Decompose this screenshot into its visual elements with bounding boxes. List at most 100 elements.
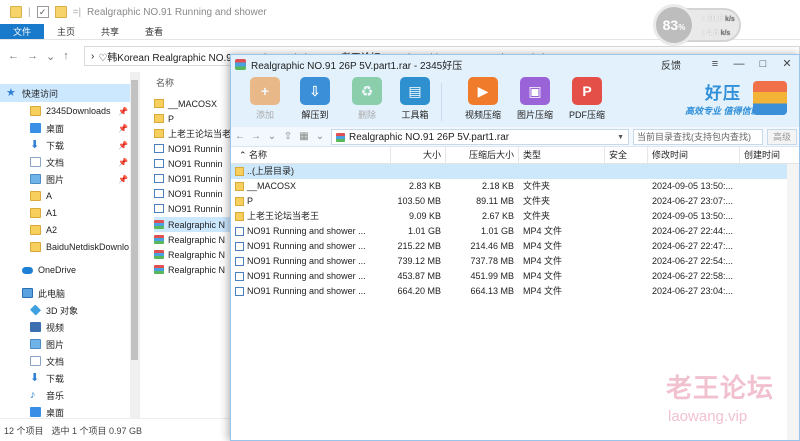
table-row[interactable]: 上老王论坛当老王 9.09 KB 2.67 KB 文件夹 2024-09-05 … xyxy=(231,209,799,224)
nav-item-baidunetdisk[interactable]: BaiduNetdiskDownlo xyxy=(0,238,129,256)
folder-icon xyxy=(154,114,164,123)
table-row[interactable]: NO91 Running and shower ... 664.20 MB 66… xyxy=(231,284,799,299)
download-icon: ⬇ xyxy=(30,372,40,384)
explorer-file-list: 名称 __MACOSX P 上老王论坛当老 NO91 Runnin NO91 R… xyxy=(150,72,232,418)
checkbox-icon[interactable]: ✓ xyxy=(36,6,49,18)
chevron-down-icon[interactable]: ▼ xyxy=(617,134,624,141)
image-compress-button[interactable]: ▣ 图片压缩 xyxy=(509,77,561,121)
archive-path-input[interactable]: Realgraphic NO.91 26P 5V.part1.rar ▼ xyxy=(331,129,629,145)
table-row[interactable]: NO91 Running and shower ... 739.12 MB 73… xyxy=(231,254,799,269)
menu-icon[interactable]: ≡ xyxy=(707,56,723,72)
minimize-button[interactable]: — xyxy=(731,56,747,72)
list-item[interactable]: NO91 Runnin xyxy=(154,171,232,186)
nav-item-onedrive[interactable]: OneDrive xyxy=(0,261,76,279)
forward-arrow-icon[interactable]: → xyxy=(27,50,38,62)
nav-item-a[interactable]: A xyxy=(0,187,52,205)
list-item[interactable]: Realgraphic N xyxy=(154,262,232,277)
list-item[interactable]: __MACOSX xyxy=(154,96,232,111)
tab-home[interactable]: 主页 xyxy=(44,24,88,39)
explorer-title: Realgraphic NO.91 Running and shower xyxy=(87,6,267,18)
list-item[interactable]: Realgraphic N xyxy=(154,247,232,262)
nav-item-music[interactable]: ♪ 音乐 xyxy=(0,386,64,404)
table-row[interactable]: __MACOSX 2.83 KB 2.18 KB 文件夹 2024-09-05 … xyxy=(231,179,799,194)
list-item[interactable]: NO91 Runnin xyxy=(154,156,232,171)
list-item[interactable]: NO91 Runnin xyxy=(154,201,232,216)
table-row[interactable]: NO91 Running and shower ... 215.22 MB 21… xyxy=(231,239,799,254)
view-mode-icon[interactable]: ▦ xyxy=(297,131,311,142)
chevron-down-icon[interactable]: ⌄ xyxy=(313,131,327,142)
column-header-name[interactable]: ⌃ 名称 xyxy=(231,147,391,164)
maximize-button[interactable]: □ xyxy=(755,56,771,72)
back-arrow-icon[interactable]: ← xyxy=(8,50,19,62)
list-item[interactable]: NO91 Runnin xyxy=(154,141,232,156)
extract-icon: ⇩ xyxy=(300,77,330,105)
nav-item-a2[interactable]: A2 xyxy=(0,221,57,239)
list-item[interactable]: P xyxy=(154,111,232,126)
tab-view[interactable]: 查看 xyxy=(132,24,176,39)
watermark-chinese: 老王论坛 xyxy=(666,373,775,403)
forward-arrow-icon[interactable]: → xyxy=(249,131,263,142)
list-item[interactable]: 上老王论坛当老 xyxy=(154,126,232,141)
download-arrow-icon: ↓ xyxy=(701,28,705,37)
column-header-modified[interactable]: 修改时间 xyxy=(648,147,740,164)
table-row[interactable]: P 103.50 MB 89.11 MB 文件夹 2024-06-27 23:0… xyxy=(231,194,799,209)
toolbox-button[interactable]: ▤ 工具箱 xyxy=(389,77,441,121)
column-header-type[interactable]: 类型 xyxy=(519,147,605,164)
pin-icon: 📌 xyxy=(118,174,128,184)
search-input[interactable]: 当前目录查找(支持包内查找) xyxy=(633,129,763,145)
watermark-url: laowang.vip xyxy=(668,408,748,425)
music-icon: ♪ xyxy=(30,389,36,401)
table-row-parent-directory[interactable]: ..(上层目录) xyxy=(231,164,799,179)
toolbox-icon: ▤ xyxy=(400,77,430,105)
navigation-scrollbar[interactable] xyxy=(130,72,139,418)
brand-slogan: 高效专业 值得信赖 xyxy=(685,106,760,116)
nav-item-downloads-pc[interactable]: ⬇ 下载 xyxy=(0,369,64,387)
list-item[interactable]: Realgraphic N xyxy=(154,232,232,247)
folder-icon xyxy=(154,129,164,138)
delete-button[interactable]: ♻ 删除 xyxy=(341,77,393,121)
table-row[interactable]: NO91 Running and shower ... 1.01 GB 1.01… xyxy=(231,224,799,239)
folder-icon xyxy=(30,242,41,252)
up-arrow-icon[interactable]: ↑ xyxy=(63,50,69,62)
nav-item-2345downloads[interactable]: 2345Downloads 📌 xyxy=(0,102,128,120)
nav-item-pictures-pc[interactable]: 图片 xyxy=(0,335,64,353)
close-button[interactable]: ✕ xyxy=(779,56,795,72)
add-button[interactable]: + 添加 xyxy=(239,77,291,121)
column-header-security[interactable]: 安全 xyxy=(605,147,648,164)
nav-item-this-pc[interactable]: 此电脑 xyxy=(0,284,65,302)
nav-item-documents[interactable]: 文档 📌 xyxy=(0,153,128,171)
tab-share[interactable]: 共享 xyxy=(88,24,132,39)
column-header-packed[interactable]: 压缩后大小 xyxy=(446,147,519,164)
tab-file[interactable]: 文件 xyxy=(0,24,45,39)
nav-item-pictures[interactable]: 图片 📌 xyxy=(0,170,128,188)
nav-item-quick-access[interactable]: ★ 快速访问 xyxy=(0,84,130,102)
usage-gauge: 83% xyxy=(653,4,695,46)
back-arrow-icon[interactable]: ← xyxy=(233,131,247,142)
table-row[interactable]: NO91 Running and shower ... 453.87 MB 45… xyxy=(231,269,799,284)
video-file-icon xyxy=(235,272,244,281)
nav-item-3d-objects[interactable]: 3D 对象 xyxy=(0,301,78,319)
column-header-size[interactable]: 大小 xyxy=(391,147,446,164)
list-item[interactable]: NO91 Runnin xyxy=(154,186,232,201)
video-file-icon xyxy=(154,204,164,213)
video-compress-button[interactable]: ▶ 视频压缩 xyxy=(457,77,509,121)
extract-to-button[interactable]: ⇩ 解压到 xyxy=(289,77,341,121)
folder-icon xyxy=(30,208,41,218)
list-item-selected[interactable]: Realgraphic N xyxy=(154,217,232,232)
feedback-link[interactable]: 反馈 xyxy=(661,57,681,72)
network-speed-widget[interactable]: 83% ↑ 20.8 k/s ↓ 4.6 k/s xyxy=(653,4,741,46)
column-header-name[interactable]: 名称 xyxy=(156,76,174,89)
nav-item-videos[interactable]: 视频 xyxy=(0,318,64,336)
scrollbar-thumb[interactable] xyxy=(131,80,138,360)
nav-item-documents-pc[interactable]: 文档 xyxy=(0,352,64,370)
nav-item-a1[interactable]: A1 xyxy=(0,204,57,222)
chevron-down-icon[interactable]: ⌄ xyxy=(265,131,279,142)
column-header-created[interactable]: 创建时间 xyxy=(740,147,799,164)
pdf-compress-button[interactable]: P PDF压缩 xyxy=(561,77,613,121)
chevron-down-icon[interactable]: ⌄ xyxy=(46,50,55,63)
nav-item-desktop[interactable]: 桌面 📌 xyxy=(0,119,128,137)
nav-item-downloads[interactable]: ⬇ 下载 📌 xyxy=(0,136,128,154)
up-folder-icon[interactable]: ⇧ xyxy=(281,131,295,142)
rar-icon xyxy=(154,235,164,244)
advanced-search-button[interactable]: 高级 xyxy=(767,129,797,145)
